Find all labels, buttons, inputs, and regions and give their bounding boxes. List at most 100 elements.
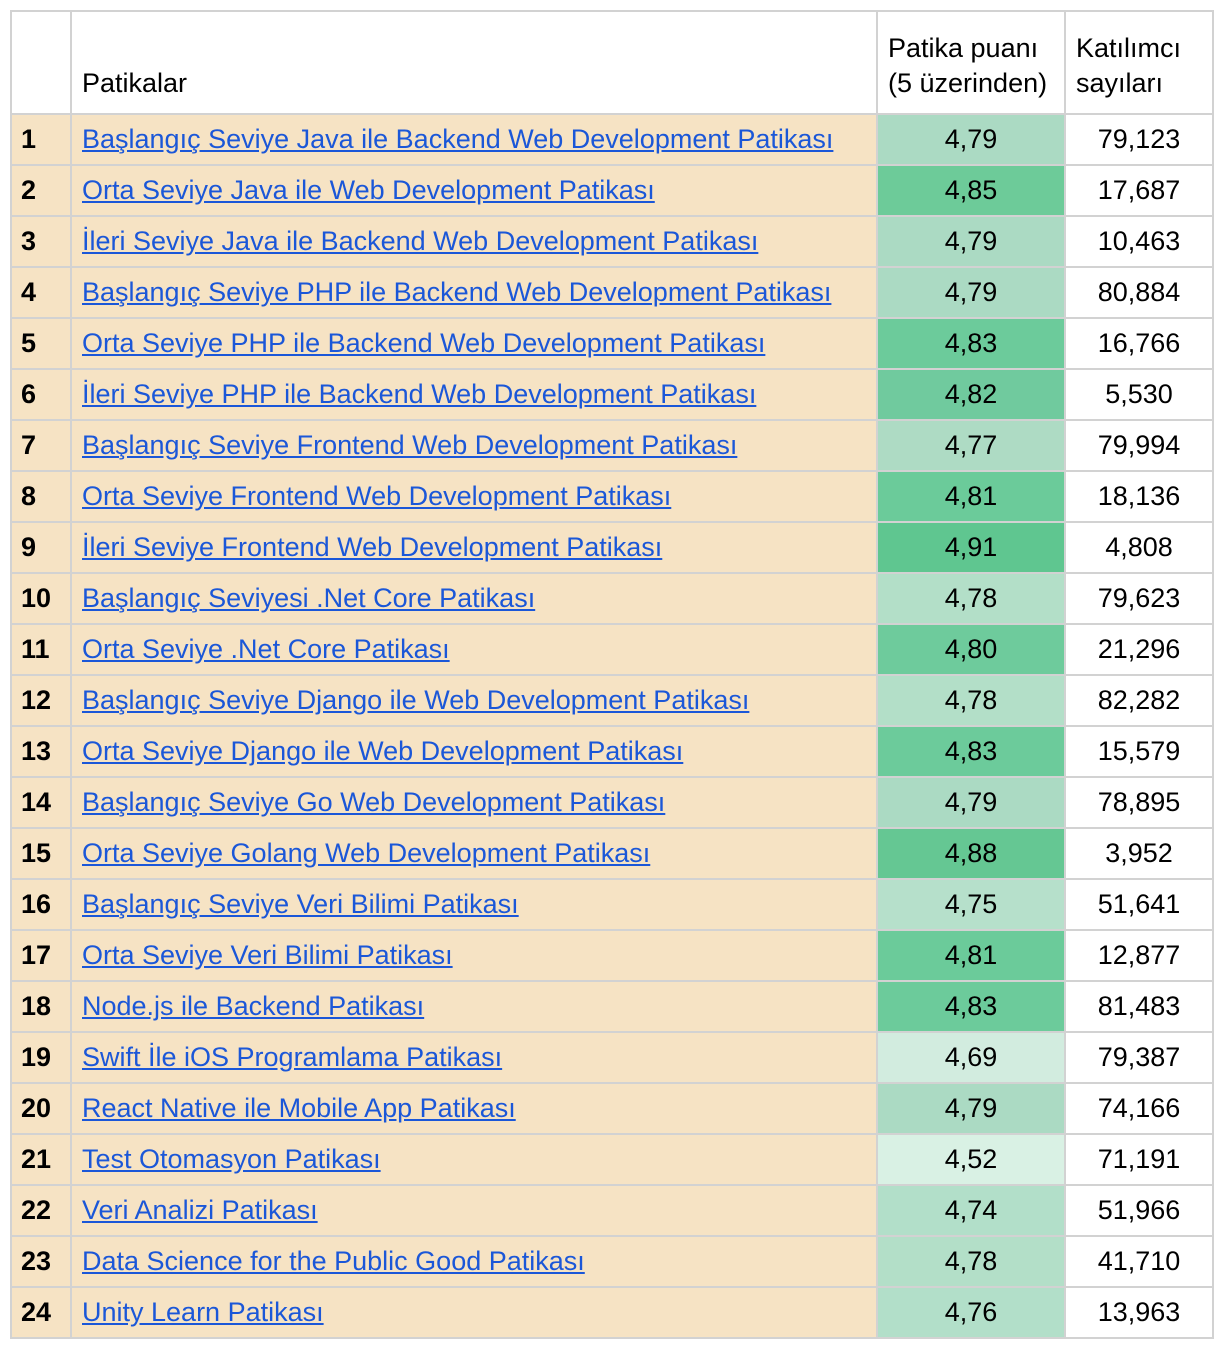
participants-cell: 21,296 — [1065, 624, 1213, 675]
score-cell: 4,79 — [877, 1083, 1065, 1134]
path-link[interactable]: Orta Seviye .Net Core Patikası — [82, 634, 450, 664]
participants-cell: 82,282 — [1065, 675, 1213, 726]
row-name-cell: İleri Seviye Frontend Web Development Pa… — [71, 522, 877, 573]
path-link[interactable]: React Native ile Mobile App Patikası — [82, 1093, 516, 1123]
row-name-cell: Başlangıç Seviye PHP ile Backend Web Dev… — [71, 267, 877, 318]
table-row: 22 Veri Analizi Patikası 4,74 51,966 — [11, 1185, 1213, 1236]
row-name-cell: Orta Seviye Java ile Web Development Pat… — [71, 165, 877, 216]
header-score: Patika puanı (5 üzerinden) — [877, 11, 1065, 114]
table-row: 7 Başlangıç Seviye Frontend Web Developm… — [11, 420, 1213, 471]
table-row: 18 Node.js ile Backend Patikası 4,83 81,… — [11, 981, 1213, 1032]
score-cell: 4,83 — [877, 981, 1065, 1032]
path-link[interactable]: Orta Seviye PHP ile Backend Web Developm… — [82, 328, 765, 358]
path-link[interactable]: Orta Seviye Veri Bilimi Patikası — [82, 940, 453, 970]
score-cell: 4,83 — [877, 726, 1065, 777]
participants-cell: 5,530 — [1065, 369, 1213, 420]
path-link[interactable]: Test Otomasyon Patikası — [82, 1144, 381, 1174]
score-cell: 4,76 — [877, 1287, 1065, 1338]
row-name-cell: React Native ile Mobile App Patikası — [71, 1083, 877, 1134]
participants-cell: 79,387 — [1065, 1032, 1213, 1083]
score-cell: 4,79 — [877, 777, 1065, 828]
row-rank: 14 — [11, 777, 71, 828]
path-link[interactable]: Başlangıç Seviye Go Web Development Pati… — [82, 787, 665, 817]
table-row: 21 Test Otomasyon Patikası 4,52 71,191 — [11, 1134, 1213, 1185]
path-link[interactable]: İleri Seviye Java ile Backend Web Develo… — [82, 226, 758, 256]
score-cell: 4,81 — [877, 471, 1065, 522]
score-cell: 4,77 — [877, 420, 1065, 471]
row-name-cell: Test Otomasyon Patikası — [71, 1134, 877, 1185]
participants-cell: 78,895 — [1065, 777, 1213, 828]
path-link[interactable]: Veri Analizi Patikası — [82, 1195, 318, 1225]
score-cell: 4,81 — [877, 930, 1065, 981]
row-name-cell: Orta Seviye Frontend Web Development Pat… — [71, 471, 877, 522]
participants-cell: 74,166 — [1065, 1083, 1213, 1134]
table-row: 5 Orta Seviye PHP ile Backend Web Develo… — [11, 318, 1213, 369]
path-link[interactable]: Başlangıç Seviye Java ile Backend Web De… — [82, 124, 833, 154]
score-cell: 4,80 — [877, 624, 1065, 675]
row-rank: 12 — [11, 675, 71, 726]
row-rank: 13 — [11, 726, 71, 777]
participants-cell: 16,766 — [1065, 318, 1213, 369]
row-rank: 11 — [11, 624, 71, 675]
row-rank: 17 — [11, 930, 71, 981]
row-rank: 24 — [11, 1287, 71, 1338]
path-link[interactable]: Başlangıç Seviye Frontend Web Developmen… — [82, 430, 737, 460]
row-rank: 7 — [11, 420, 71, 471]
table-row: 8 Orta Seviye Frontend Web Development P… — [11, 471, 1213, 522]
score-cell: 4,78 — [877, 1236, 1065, 1287]
path-link[interactable]: İleri Seviye PHP ile Backend Web Develop… — [82, 379, 756, 409]
table-row: 4 Başlangıç Seviye PHP ile Backend Web D… — [11, 267, 1213, 318]
row-rank: 16 — [11, 879, 71, 930]
path-link[interactable]: Node.js ile Backend Patikası — [82, 991, 424, 1021]
row-name-cell: Veri Analizi Patikası — [71, 1185, 877, 1236]
path-link[interactable]: Data Science for the Public Good Patikas… — [82, 1246, 585, 1276]
table-row: 9 İleri Seviye Frontend Web Development … — [11, 522, 1213, 573]
row-rank: 15 — [11, 828, 71, 879]
row-name-cell: Başlangıç Seviye Go Web Development Pati… — [71, 777, 877, 828]
patika-table: Patikalar Patika puanı (5 üzerinden) Kat… — [10, 10, 1214, 1339]
table-row: 23 Data Science for the Public Good Pati… — [11, 1236, 1213, 1287]
table-row: 10 Başlangıç Seviyesi .Net Core Patikası… — [11, 573, 1213, 624]
path-link[interactable]: Orta Seviye Frontend Web Development Pat… — [82, 481, 671, 511]
path-link[interactable]: Orta Seviye Java ile Web Development Pat… — [82, 175, 655, 205]
row-name-cell: Swift İle iOS Programlama Patikası — [71, 1032, 877, 1083]
participants-cell: 41,710 — [1065, 1236, 1213, 1287]
participants-cell: 4,808 — [1065, 522, 1213, 573]
participants-cell: 51,641 — [1065, 879, 1213, 930]
header-row: Patikalar Patika puanı (5 üzerinden) Kat… — [11, 11, 1213, 114]
participants-cell: 80,884 — [1065, 267, 1213, 318]
row-rank: 23 — [11, 1236, 71, 1287]
row-rank: 2 — [11, 165, 71, 216]
row-name-cell: Orta Seviye Golang Web Development Patik… — [71, 828, 877, 879]
path-link[interactable]: Unity Learn Patikası — [82, 1297, 324, 1327]
path-link[interactable]: İleri Seviye Frontend Web Development Pa… — [82, 532, 662, 562]
path-link[interactable]: Swift İle iOS Programlama Patikası — [82, 1042, 502, 1072]
path-link[interactable]: Başlangıç Seviye Django ile Web Developm… — [82, 685, 749, 715]
score-cell: 4,78 — [877, 675, 1065, 726]
path-link[interactable]: Başlangıç Seviyesi .Net Core Patikası — [82, 583, 535, 613]
row-name-cell: Unity Learn Patikası — [71, 1287, 877, 1338]
row-name-cell: Orta Seviye Django ile Web Development P… — [71, 726, 877, 777]
row-name-cell: Başlangıç Seviye Java ile Backend Web De… — [71, 114, 877, 165]
row-name-cell: Başlangıç Seviye Django ile Web Developm… — [71, 675, 877, 726]
score-cell: 4,88 — [877, 828, 1065, 879]
table-row: 15 Orta Seviye Golang Web Development Pa… — [11, 828, 1213, 879]
path-link[interactable]: Başlangıç Seviye PHP ile Backend Web Dev… — [82, 277, 831, 307]
row-name-cell: Başlangıç Seviye Veri Bilimi Patikası — [71, 879, 877, 930]
participants-cell: 13,963 — [1065, 1287, 1213, 1338]
participants-cell: 12,877 — [1065, 930, 1213, 981]
row-rank: 21 — [11, 1134, 71, 1185]
participants-cell: 18,136 — [1065, 471, 1213, 522]
path-link[interactable]: Orta Seviye Golang Web Development Patik… — [82, 838, 650, 868]
score-cell: 4,91 — [877, 522, 1065, 573]
row-rank: 3 — [11, 216, 71, 267]
row-rank: 1 — [11, 114, 71, 165]
spreadsheet-region: Patikalar Patika puanı (5 üzerinden) Kat… — [10, 10, 1212, 1339]
path-link[interactable]: Orta Seviye Django ile Web Development P… — [82, 736, 683, 766]
path-link[interactable]: Başlangıç Seviye Veri Bilimi Patikası — [82, 889, 519, 919]
participants-cell: 81,483 — [1065, 981, 1213, 1032]
table-row: 13 Orta Seviye Django ile Web Developmen… — [11, 726, 1213, 777]
table-row: 24 Unity Learn Patikası 4,76 13,963 — [11, 1287, 1213, 1338]
table-row: 11 Orta Seviye .Net Core Patikası 4,80 2… — [11, 624, 1213, 675]
table-row: 14 Başlangıç Seviye Go Web Development P… — [11, 777, 1213, 828]
